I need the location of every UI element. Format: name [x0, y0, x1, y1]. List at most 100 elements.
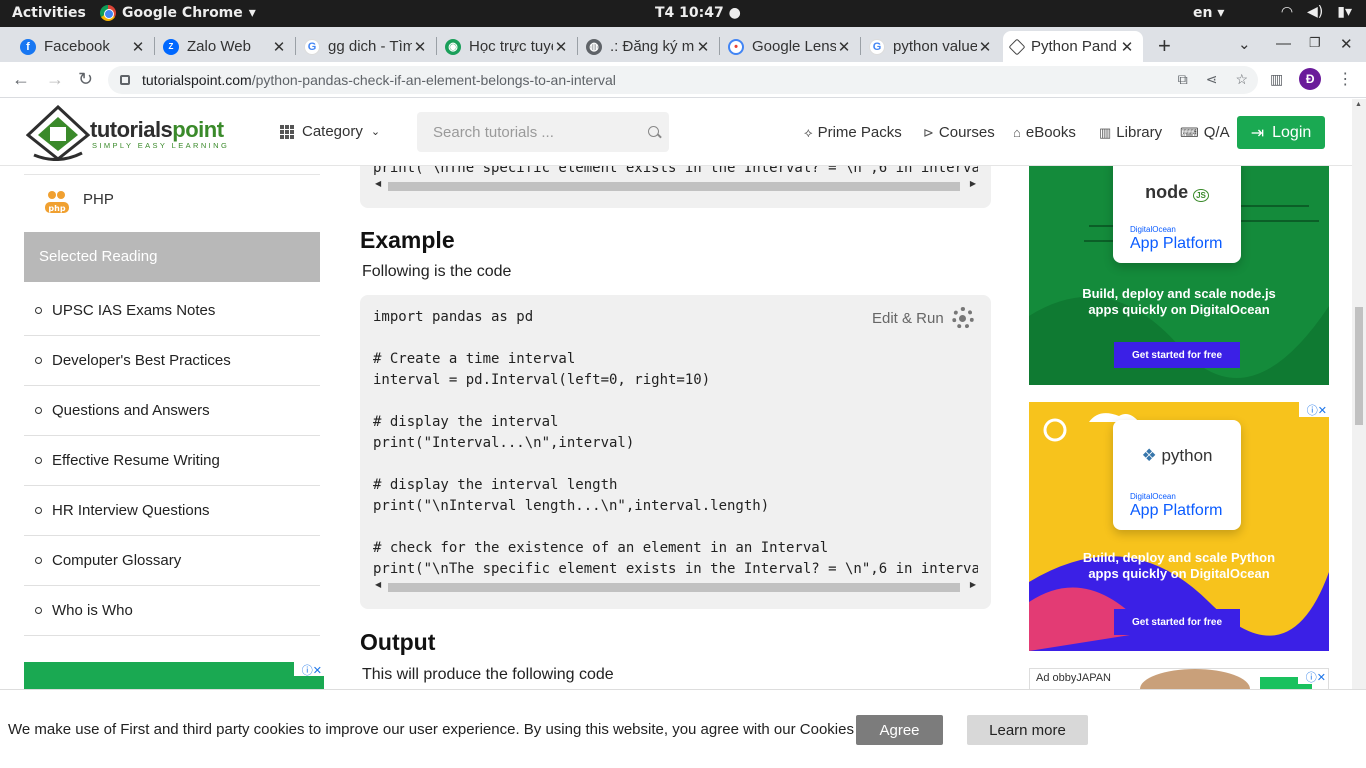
menu-kebab-icon[interactable]: ⋮ — [1337, 69, 1353, 89]
side-panel-icon[interactable]: ▥ — [1270, 71, 1283, 88]
close-icon[interactable]: ✕ — [977, 38, 993, 56]
nav-label: Library — [1116, 124, 1163, 141]
sidebar-item-label: Developer's Best Practices — [52, 352, 231, 369]
profile-avatar[interactable]: Đ — [1299, 68, 1322, 90]
close-icon[interactable]: ✕ — [130, 38, 146, 56]
tab-python-value[interactable]: G python value ✕ — [861, 31, 1001, 62]
scroll-right-icon[interactable]: ▶ — [970, 179, 976, 188]
ad-close-icon[interactable]: ⓘ✕ — [1299, 402, 1329, 417]
close-icon[interactable]: ✕ — [1119, 38, 1135, 56]
main-content: print("\nThe specific element exists in … — [340, 156, 1012, 766]
close-icon[interactable]: ✕ — [553, 38, 569, 56]
tutorialspoint-logo[interactable]: tutorialspoint SIMPLY EASY LEARNING — [26, 101, 260, 165]
ad-card: ❖ python DigitalOcean App Platform — [1113, 420, 1241, 530]
page-scrollbar[interactable]: ▲ — [1352, 99, 1366, 768]
scroll-right-icon[interactable]: ▶ — [970, 580, 976, 589]
code-line: # display the interval — [373, 414, 559, 430]
sidebar-item-upsc[interactable]: UPSC IAS Exams Notes — [24, 286, 320, 336]
sidebar-item-php[interactable]: php PHP — [24, 174, 320, 224]
restore-icon[interactable]: ❐ — [1309, 35, 1321, 51]
system-tray[interactable]: ◠ ◀) ▮▾ — [1281, 4, 1352, 20]
close-icon[interactable]: ✕ — [695, 38, 711, 56]
nav-prime-packs[interactable]: ⟡ Prime Packs — [804, 124, 902, 141]
clock-label: T4 10:47 — [655, 5, 724, 21]
bullet-icon — [35, 357, 42, 364]
tab-facebook[interactable]: f Facebook ✕ — [12, 31, 154, 62]
tab-google-lens[interactable]: • Google Lens ✕ — [720, 31, 860, 62]
logo-word-point: point — [172, 117, 224, 142]
scrollbar-thumb[interactable] — [388, 583, 960, 592]
node-brand-text: node — [1145, 182, 1189, 202]
tab-zalo[interactable]: Z Zalo Web ✕ — [155, 31, 295, 62]
library-icon: ▥ — [1099, 124, 1112, 140]
clock[interactable]: T4 10:47 ● — [655, 5, 741, 21]
sidebar-item-resume[interactable]: Effective Resume Writing — [24, 436, 320, 486]
scroll-left-icon[interactable]: ◀ — [375, 580, 381, 589]
ad-close-icon[interactable]: ⓘ✕ — [294, 662, 324, 677]
example-intro: Following is the code — [362, 263, 512, 280]
nav-library[interactable]: ▥ Library — [1099, 124, 1162, 141]
nav-qa[interactable]: ⌨ Q/A — [1180, 124, 1230, 141]
close-icon[interactable]: ✕ — [836, 38, 852, 56]
login-button[interactable]: ⇥ Login — [1237, 116, 1325, 149]
sidebar-item-developers[interactable]: Developer's Best Practices — [24, 336, 320, 386]
python-ad[interactable]: ⓘ✕ ❖ python DigitalOcean App Platform Bu… — [1029, 402, 1329, 651]
horizontal-scrollbar[interactable]: ◀ ▶ — [373, 179, 978, 193]
nodejs-ad[interactable]: node JS DigitalOcean App Platform Build,… — [1029, 166, 1329, 385]
sidebar-item-qa[interactable]: Questions and Answers — [24, 386, 320, 436]
login-label: Login — [1272, 123, 1312, 141]
horizontal-scrollbar[interactable]: ◀ ▶ — [373, 580, 978, 594]
tab-label: Zalo Web — [187, 38, 251, 55]
minimize-icon[interactable]: — — [1276, 35, 1291, 52]
scrollbar-thumb[interactable] — [388, 182, 960, 191]
selected-reading-heading: Selected Reading — [24, 232, 320, 282]
share-icon[interactable]: ⋖ — [1206, 71, 1218, 88]
prime-packs-icon: ⟡ — [804, 124, 813, 140]
output-intro: This will produce the following code — [362, 666, 614, 683]
address-bar[interactable]: tutorialspoint.com/python-pandas-check-i… — [108, 66, 1258, 94]
url-path: /python-pandas-check-if-an-element-belon… — [251, 72, 616, 88]
learn-more-button[interactable]: Learn more — [967, 715, 1088, 745]
category-menu[interactable]: Category ⌄ — [280, 123, 380, 140]
scrollbar-thumb[interactable] — [1355, 307, 1363, 425]
app-menu[interactable]: Google Chrome ▾ — [100, 5, 256, 21]
agree-button[interactable]: Agree — [856, 715, 943, 745]
language-indicator[interactable]: en ▾ — [1193, 5, 1224, 21]
tab-gg-dich[interactable]: G gg dich - Tìm ✕ — [296, 31, 436, 62]
ad-cta-button[interactable]: Get started for free — [1114, 342, 1240, 368]
back-icon[interactable]: ← — [12, 69, 30, 90]
new-tab-button[interactable]: + — [1158, 33, 1171, 59]
scroll-up-icon[interactable]: ▲ — [1355, 101, 1362, 108]
ad-cta-button[interactable]: Get started for free — [1114, 609, 1240, 635]
nav-ebooks[interactable]: ⌂ eBooks — [1013, 124, 1076, 141]
close-icon[interactable]: ✕ — [412, 38, 428, 56]
bullet-icon — [35, 307, 42, 314]
activities-button[interactable]: Activities — [12, 5, 86, 21]
sidebar-item-who-is-who[interactable]: Who is Who — [24, 586, 320, 636]
tab-search-icon[interactable]: ⌄ — [1238, 35, 1251, 53]
reload-icon[interactable]: ↻ — [78, 69, 93, 90]
translate-icon[interactable]: ⧉ — [1178, 71, 1188, 88]
bullet-icon — [35, 507, 42, 514]
bookmark-star-icon[interactable]: ☆ — [1235, 71, 1248, 88]
sidebar-item-glossary[interactable]: Computer Glossary — [24, 536, 320, 586]
nav-label: eBooks — [1025, 124, 1076, 141]
ebooks-icon: ⌂ — [1013, 125, 1021, 140]
scroll-left-icon[interactable]: ◀ — [375, 179, 381, 188]
close-icon[interactable]: ✕ — [271, 38, 287, 56]
login-icon: ⇥ — [1250, 124, 1265, 142]
tab-dang-ky[interactable]: ◍ .: Đăng ký m ✕ — [578, 31, 719, 62]
nav-courses[interactable]: ⊳ Courses — [923, 124, 995, 141]
ad-close-icon[interactable]: ⓘ✕ — [1298, 669, 1328, 684]
search-icon[interactable] — [648, 126, 659, 137]
close-window-icon[interactable]: ✕ — [1340, 35, 1353, 53]
tab-hoc-truc-tuyen[interactable]: ◉ Học trực tuyến ✕ — [437, 31, 577, 62]
forward-icon[interactable]: → — [46, 69, 64, 90]
sidebar-item-hr[interactable]: HR Interview Questions — [24, 486, 320, 536]
ad-text-line: apps quickly on DigitalOcean — [1088, 566, 1270, 581]
site-header: tutorialspoint SIMPLY EASY LEARNING Cate… — [0, 99, 1352, 166]
search-input[interactable] — [417, 112, 669, 152]
google-icon: G — [869, 38, 885, 55]
tab-python-pandas[interactable]: Python Pand ✕ — [1003, 31, 1143, 62]
